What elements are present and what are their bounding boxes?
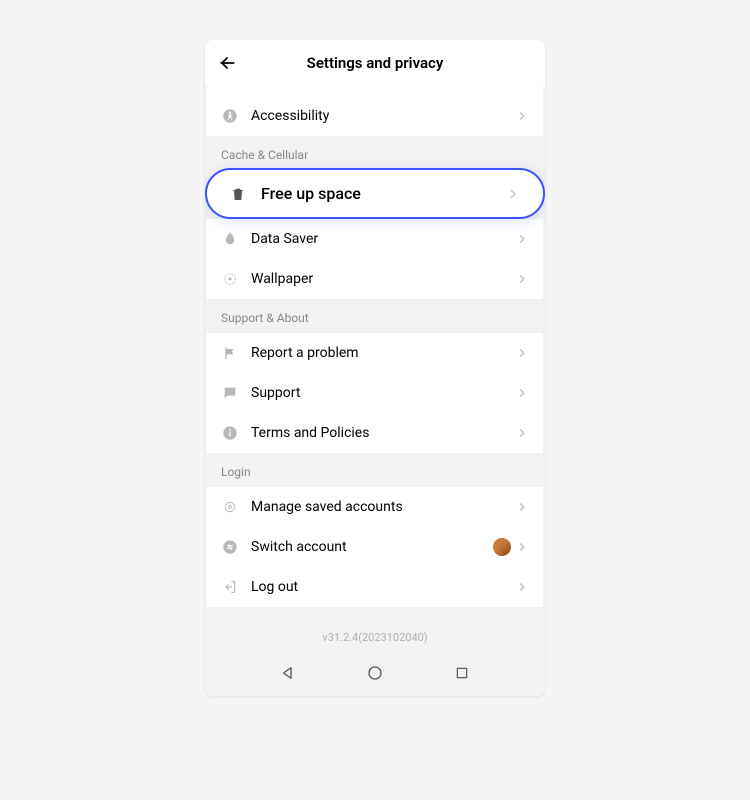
chevron-right-icon — [515, 426, 529, 440]
datasaver-icon — [221, 230, 239, 248]
row-log-out[interactable]: Log out — [207, 567, 543, 607]
row-terms-policies[interactable]: Terms and Policies — [207, 413, 543, 453]
back-arrow-icon — [217, 53, 237, 73]
chevron-right-icon — [515, 109, 529, 123]
row-label: Manage saved accounts — [251, 499, 515, 515]
triangle-back-icon — [279, 664, 297, 682]
chevron-right-icon — [505, 186, 521, 202]
circle-home-icon — [366, 664, 384, 682]
app-header: Settings and privacy — [205, 40, 545, 86]
row-label: Report a problem — [251, 345, 515, 361]
row-label: Accessibility — [251, 108, 515, 124]
chevron-right-icon — [515, 540, 529, 554]
chevron-right-icon — [515, 500, 529, 514]
flag-icon — [221, 344, 239, 362]
accessibility-icon — [221, 107, 239, 125]
page-title: Settings and privacy — [221, 54, 529, 72]
row-label: Wallpaper — [251, 271, 515, 287]
chevron-right-icon — [515, 580, 529, 594]
row-wallpaper[interactable]: Wallpaper — [207, 259, 543, 299]
row-label: Terms and Policies — [251, 425, 515, 441]
row-label: Free up space — [261, 184, 505, 203]
phone-frame: Settings and privacy Accessibility Cache… — [205, 40, 545, 696]
row-label: Switch account — [251, 539, 493, 555]
system-navbar — [205, 652, 545, 696]
settings-group-login: Manage saved accounts Switch account Log… — [207, 487, 543, 607]
section-header-cache: Cache & Cellular — [205, 136, 545, 170]
row-label: Log out — [251, 579, 515, 595]
nav-home-button[interactable] — [364, 662, 386, 684]
chevron-right-icon — [515, 232, 529, 246]
row-free-up-space[interactable]: Free up space — [205, 168, 545, 219]
row-accessibility[interactable]: Accessibility — [207, 96, 543, 136]
nav-recent-button[interactable] — [451, 662, 473, 684]
section-header-support: Support & About — [205, 299, 545, 333]
row-report-problem[interactable]: Report a problem — [207, 333, 543, 373]
back-button[interactable] — [217, 53, 237, 73]
trash-icon — [229, 185, 247, 203]
row-data-saver[interactable]: Data Saver — [207, 219, 543, 259]
chevron-right-icon — [515, 386, 529, 400]
chevron-right-icon — [515, 272, 529, 286]
row-label: Support — [251, 385, 515, 401]
avatar — [493, 538, 511, 556]
row-support[interactable]: Support — [207, 373, 543, 413]
section-header-login: Login — [205, 453, 545, 487]
swap-icon — [221, 538, 239, 556]
row-switch-account[interactable]: Switch account — [207, 527, 543, 567]
logout-icon — [221, 578, 239, 596]
info-icon — [221, 424, 239, 442]
gear-outline-icon — [221, 498, 239, 516]
settings-group-top: Accessibility — [207, 86, 543, 136]
row-label: Data Saver — [251, 231, 515, 247]
settings-group-cache: Data Saver Wallpaper — [207, 219, 543, 299]
wallpaper-icon — [221, 270, 239, 288]
chevron-right-icon — [515, 346, 529, 360]
square-recent-icon — [454, 665, 470, 681]
settings-group-support: Report a problem Support Terms and Polic… — [207, 333, 543, 453]
support-chat-icon — [221, 384, 239, 402]
row-manage-accounts[interactable]: Manage saved accounts — [207, 487, 543, 527]
nav-back-button[interactable] — [277, 662, 299, 684]
version-text: v31.2.4(2023102040) — [205, 607, 545, 652]
